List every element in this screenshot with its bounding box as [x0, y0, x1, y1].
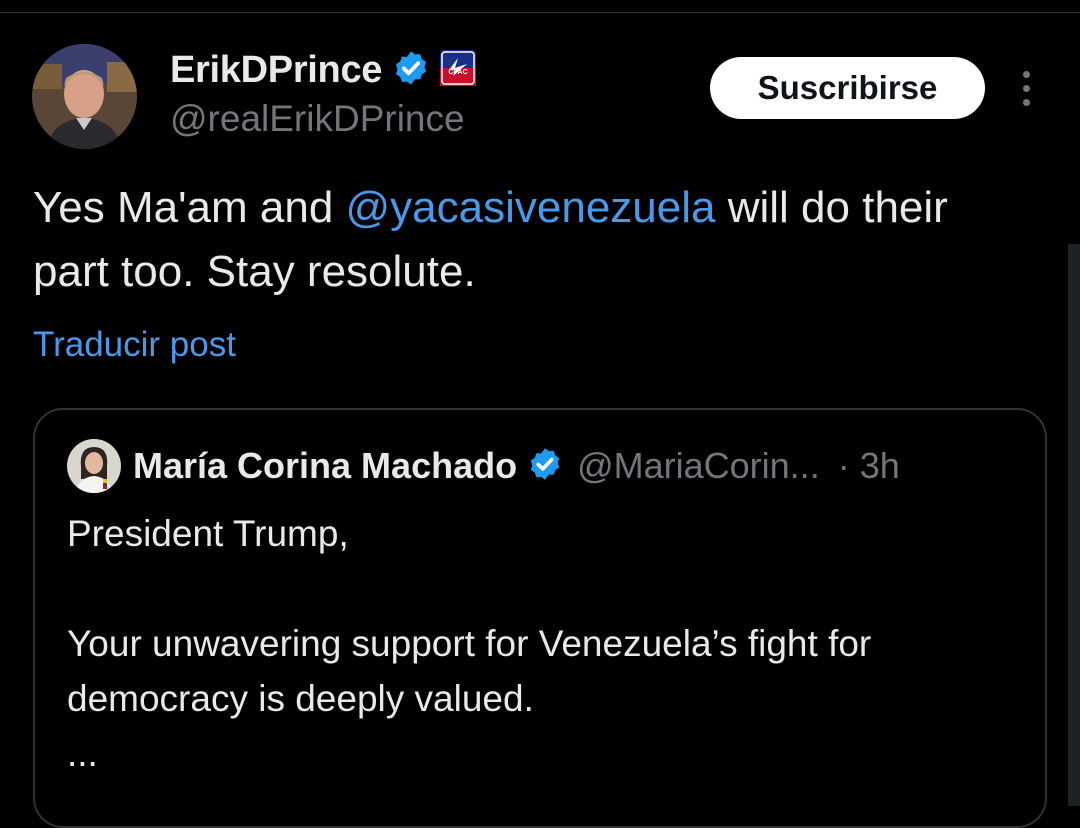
scrollbar[interactable]: [1068, 244, 1080, 806]
more-dot: [1022, 98, 1030, 106]
quoted-timestamp[interactable]: 3h: [860, 445, 900, 487]
quoted-separator: ·: [837, 445, 850, 486]
author-avatar[interactable]: [32, 44, 137, 149]
author-handle[interactable]: @realErikDPrince: [170, 98, 465, 140]
quoted-author-avatar: [67, 439, 121, 493]
subscribe-button[interactable]: Suscribirse: [710, 57, 985, 119]
quoted-ellipsis: ...: [67, 733, 98, 774]
quoted-post-header: María Corina Machado @MariaCorin... · 3h: [67, 439, 900, 493]
cpac-badge-icon[interactable]: CPAC: [440, 49, 477, 91]
translate-post-link[interactable]: Traducir post: [33, 325, 236, 365]
quoted-blank-line: [67, 561, 1027, 616]
quoted-post-body: President Trump, Your unwavering support…: [67, 506, 1027, 781]
more-dot: [1022, 84, 1030, 92]
quoted-line-greeting: President Trump,: [67, 513, 349, 554]
verified-badge-icon: [392, 49, 430, 92]
post-text: Yes Ma'am and @yacasivenezuela will do t…: [33, 176, 1033, 304]
svg-text:CPAC: CPAC: [448, 69, 467, 76]
more-options-icon[interactable]: [1010, 66, 1042, 110]
mention-link[interactable]: @yacasivenezuela: [346, 183, 716, 232]
post-text-start: Yes Ma'am and: [33, 183, 346, 232]
profile-photo-icon: [32, 44, 137, 149]
top-divider: [0, 12, 1080, 13]
author-name-row: ErikDPrince CPAC: [170, 46, 477, 94]
quoted-line-message: Your unwavering support for Venezuela’s …: [67, 623, 872, 719]
quoted-profile-photo-icon: [67, 439, 121, 493]
more-dot: [1022, 70, 1030, 78]
author-display-name[interactable]: ErikDPrince: [170, 49, 382, 92]
quoted-author-handle: @MariaCorin...: [577, 445, 820, 486]
quoted-post-card[interactable]: María Corina Machado @MariaCorin... · 3h…: [33, 408, 1047, 828]
quoted-author-name: María Corina Machado: [133, 445, 518, 486]
quoted-verified-badge-icon: [527, 446, 563, 487]
